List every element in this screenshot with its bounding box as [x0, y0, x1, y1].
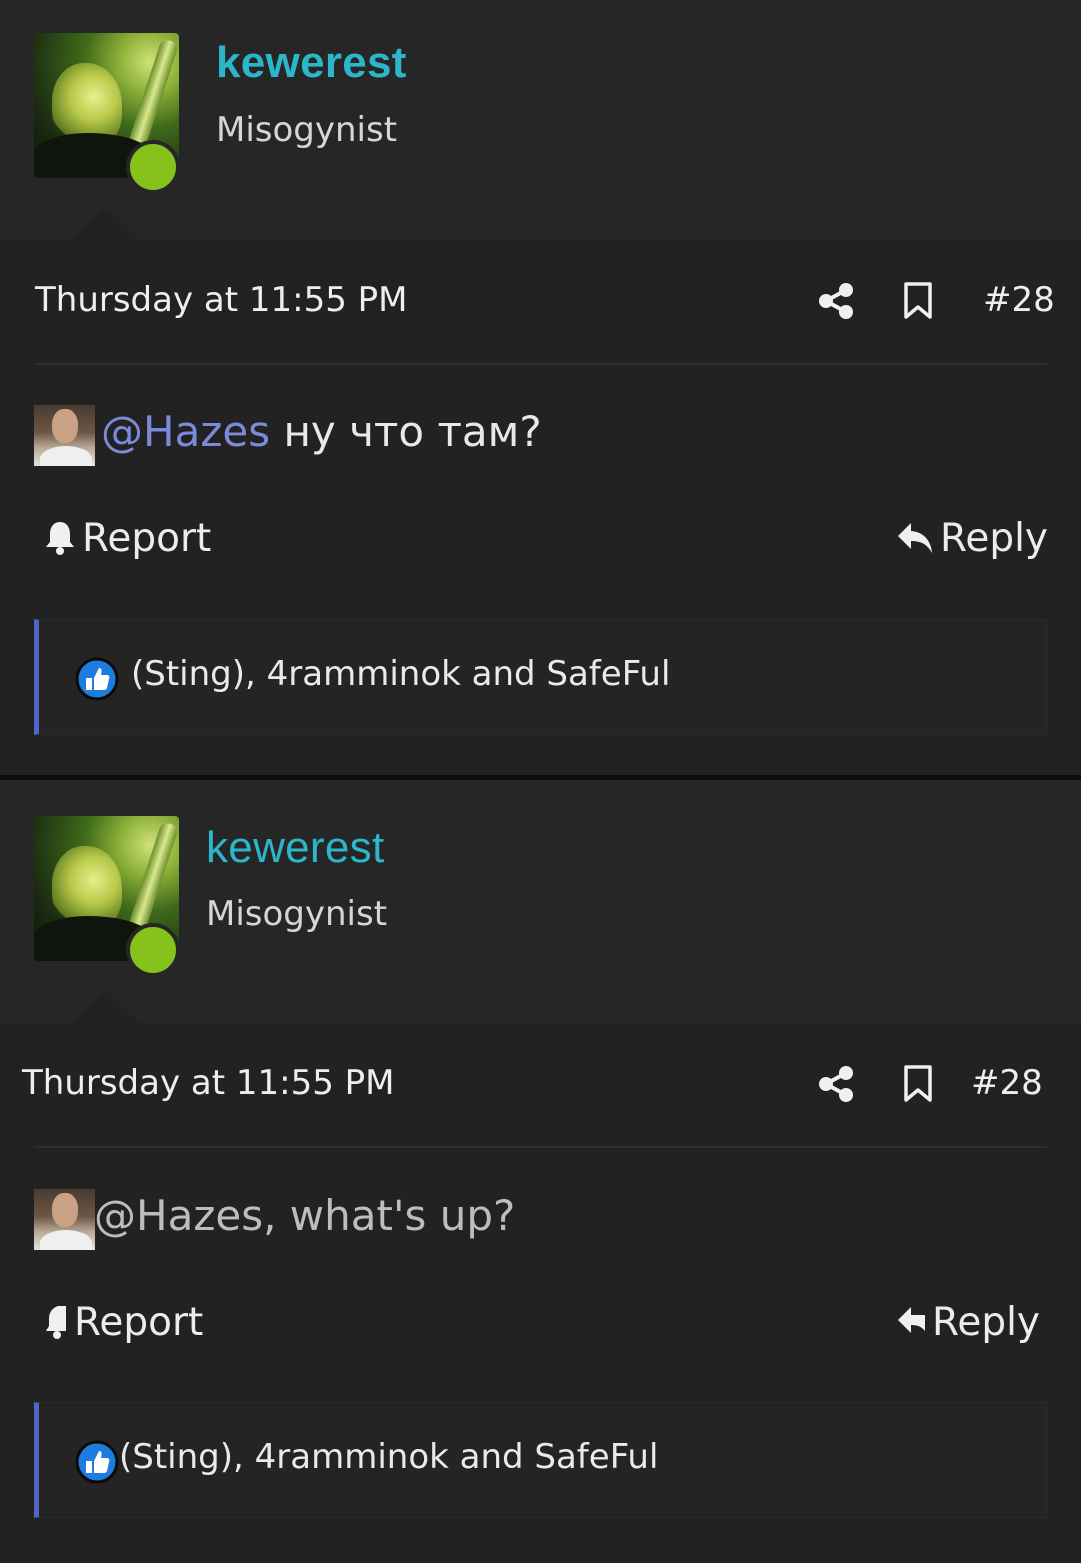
post-number-link[interactable]: #28	[971, 1063, 1043, 1103]
online-status-indicator	[126, 140, 180, 194]
header-caret	[72, 991, 140, 1023]
report-button[interactable]: Report	[44, 516, 211, 561]
post: kewerest Misogynist Thursday at 11:55 PM…	[0, 0, 1081, 775]
bell-icon	[46, 1306, 66, 1339]
report-label: Report	[74, 1300, 204, 1345]
share-icon[interactable]	[818, 282, 854, 320]
thumbs-up-icon	[75, 1440, 119, 1484]
message-text: ну что там?	[270, 407, 542, 456]
post-date[interactable]: Thursday at 11:55 PM	[22, 1063, 395, 1103]
report-button[interactable]: Report	[44, 1300, 203, 1345]
post-header: kewerest Misogynist	[0, 783, 1081, 1023]
post-number-link[interactable]: #28	[983, 280, 1055, 320]
thumbs-up-icon	[75, 657, 119, 701]
reply-arrow-icon	[898, 1307, 925, 1333]
post-message: @Hazes ну что там?	[101, 407, 542, 456]
divider	[34, 363, 1047, 365]
divider	[34, 1146, 1047, 1148]
mention-avatar[interactable]	[34, 405, 95, 466]
header-caret	[72, 208, 140, 240]
user-title: Misogynist	[216, 110, 398, 150]
reactions-text[interactable]: (Sting), 4ramminok and SafeFul	[119, 1437, 658, 1477]
reply-label: Reply	[940, 516, 1049, 561]
reply-arrow-icon	[898, 523, 932, 553]
post-date[interactable]: Thursday at 11:55 PM	[35, 280, 408, 320]
bookmark-icon[interactable]	[903, 1065, 933, 1103]
username-link[interactable]: kewerest	[206, 823, 384, 873]
reactions-text[interactable]: (Sting), 4ramminok and SafeFul	[131, 654, 670, 694]
post-body: Thursday at 11:55 PM #28 @Hazes, what's …	[0, 1023, 1081, 1563]
mention-link[interactable]: @Hazes	[101, 407, 270, 456]
reply-label: Reply	[932, 1300, 1041, 1345]
bell-icon	[46, 522, 74, 555]
username-link[interactable]: kewerest	[216, 38, 407, 88]
mention-link[interactable]: @Hazes	[94, 1191, 263, 1240]
reactions-bar[interactable]: (Sting), 4ramminok and SafeFul	[34, 1402, 1047, 1518]
post: kewerest Misogynist Thursday at 11:55 PM…	[0, 783, 1081, 1563]
post-separator	[0, 775, 1081, 780]
post-body: Thursday at 11:55 PM #28 @Hazes ну что т…	[0, 240, 1081, 775]
reply-button[interactable]: Reply	[896, 516, 1048, 561]
reactions-bar[interactable]: (Sting), 4ramminok and SafeFul	[34, 619, 1047, 735]
online-status-indicator	[126, 923, 180, 977]
post-header: kewerest Misogynist	[0, 0, 1081, 240]
bookmark-icon[interactable]	[903, 282, 933, 320]
post-message: @Hazes, what's up?	[94, 1191, 515, 1240]
message-text: , what's up?	[263, 1191, 516, 1240]
share-icon[interactable]	[818, 1065, 854, 1103]
mention-avatar[interactable]	[34, 1189, 95, 1250]
report-label: Report	[82, 516, 212, 561]
reply-button[interactable]: Reply	[896, 1300, 1040, 1345]
user-title: Misogynist	[206, 894, 388, 934]
